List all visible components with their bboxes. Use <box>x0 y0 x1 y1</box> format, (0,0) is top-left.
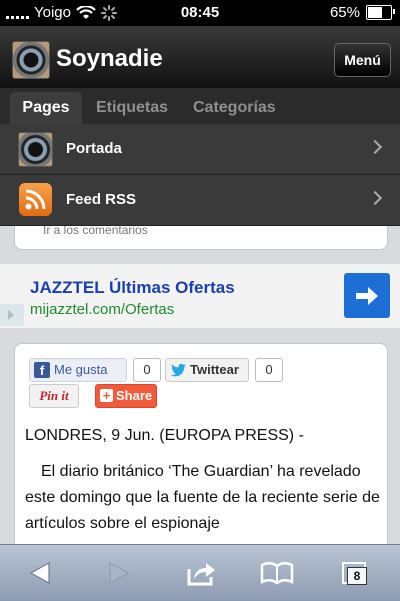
bookmarks-button[interactable] <box>260 557 294 589</box>
site-header: Soynadie Menú <box>0 26 400 88</box>
share-button[interactable]: + Share <box>95 384 157 408</box>
browser-toolbar: 8 <box>0 544 400 601</box>
menu-item-portada[interactable]: Portada <box>0 124 400 175</box>
plus-icon: + <box>100 389 113 402</box>
comments-link[interactable]: Ir a los comentarios <box>43 226 148 237</box>
arrow-right-icon <box>356 287 378 305</box>
article-dateline: LONDRES, 9 Jun. (EUROPA PRESS) - <box>25 427 304 444</box>
share-label: Share <box>116 388 153 403</box>
rss-icon <box>19 183 52 216</box>
battery-percent: 65% <box>329 4 360 21</box>
menu-tabs: Pages Etiquetas Categorías <box>0 88 400 124</box>
status-bar: Yoigo 08:45 65% <box>0 0 400 26</box>
ad-choices-icon[interactable] <box>0 304 24 326</box>
like-label: Me gusta <box>54 362 108 377</box>
menu-item-label: Feed RSS <box>66 191 137 208</box>
forward-arrow-icon <box>109 562 130 584</box>
like-count: 0 <box>133 358 161 382</box>
share-action-button[interactable] <box>185 557 217 589</box>
battery: 65% <box>329 4 395 21</box>
facebook-like-button[interactable]: f Me gusta <box>29 358 127 382</box>
book-icon <box>260 561 294 585</box>
comments-link-card: Ir a los comentarios <box>14 226 388 250</box>
tweet-label: Twittear <box>190 362 239 377</box>
page-content: Ir a los comentarios JAZZTEL Últimas Ofe… <box>0 226 400 544</box>
ad-banner[interactable]: JAZZTEL Últimas Ofertas mijazztel.com/Of… <box>0 264 400 328</box>
forward-button[interactable] <box>102 557 134 589</box>
article-card: f Me gusta 0 Twittear 0 Pin it + Share L… <box>14 343 388 544</box>
back-button[interactable] <box>25 557 57 589</box>
menu-button[interactable]: Menú <box>334 43 391 77</box>
twitter-bird-icon <box>170 363 186 377</box>
tabs-button[interactable]: 8 <box>340 557 372 589</box>
battery-icon <box>366 5 395 20</box>
tab-etiquetas[interactable]: Etiquetas <box>96 92 168 124</box>
tab-categorias[interactable]: Categorías <box>193 92 276 124</box>
tab-pages[interactable]: Pages <box>10 92 82 124</box>
tab-count: 8 <box>347 567 367 585</box>
tweet-button[interactable]: Twittear <box>165 358 249 382</box>
pinterest-button[interactable]: Pin it <box>29 384 79 408</box>
ad-url[interactable]: mijazztel.com/Ofertas <box>30 301 174 318</box>
ad-title[interactable]: JAZZTEL Últimas Ofertas <box>30 278 235 298</box>
chevron-right-icon <box>367 190 383 206</box>
site-avatar[interactable] <box>12 41 50 79</box>
back-arrow-icon <box>29 562 50 584</box>
facebook-icon: f <box>34 362 50 378</box>
menu-item-label: Portada <box>66 140 122 157</box>
ad-arrow-button[interactable] <box>344 273 390 318</box>
tweet-count: 0 <box>255 358 283 382</box>
article-body: El diario británico ‘The Guardian’ ha re… <box>25 463 380 532</box>
chevron-right-icon <box>367 139 383 155</box>
site-title[interactable]: Soynadie <box>56 45 163 73</box>
share-arrow-icon <box>187 563 215 586</box>
menu-item-feed-rss[interactable]: Feed RSS <box>0 175 400 226</box>
avatar-icon <box>18 132 53 167</box>
pages-list: Portada Feed RSS <box>0 124 400 226</box>
